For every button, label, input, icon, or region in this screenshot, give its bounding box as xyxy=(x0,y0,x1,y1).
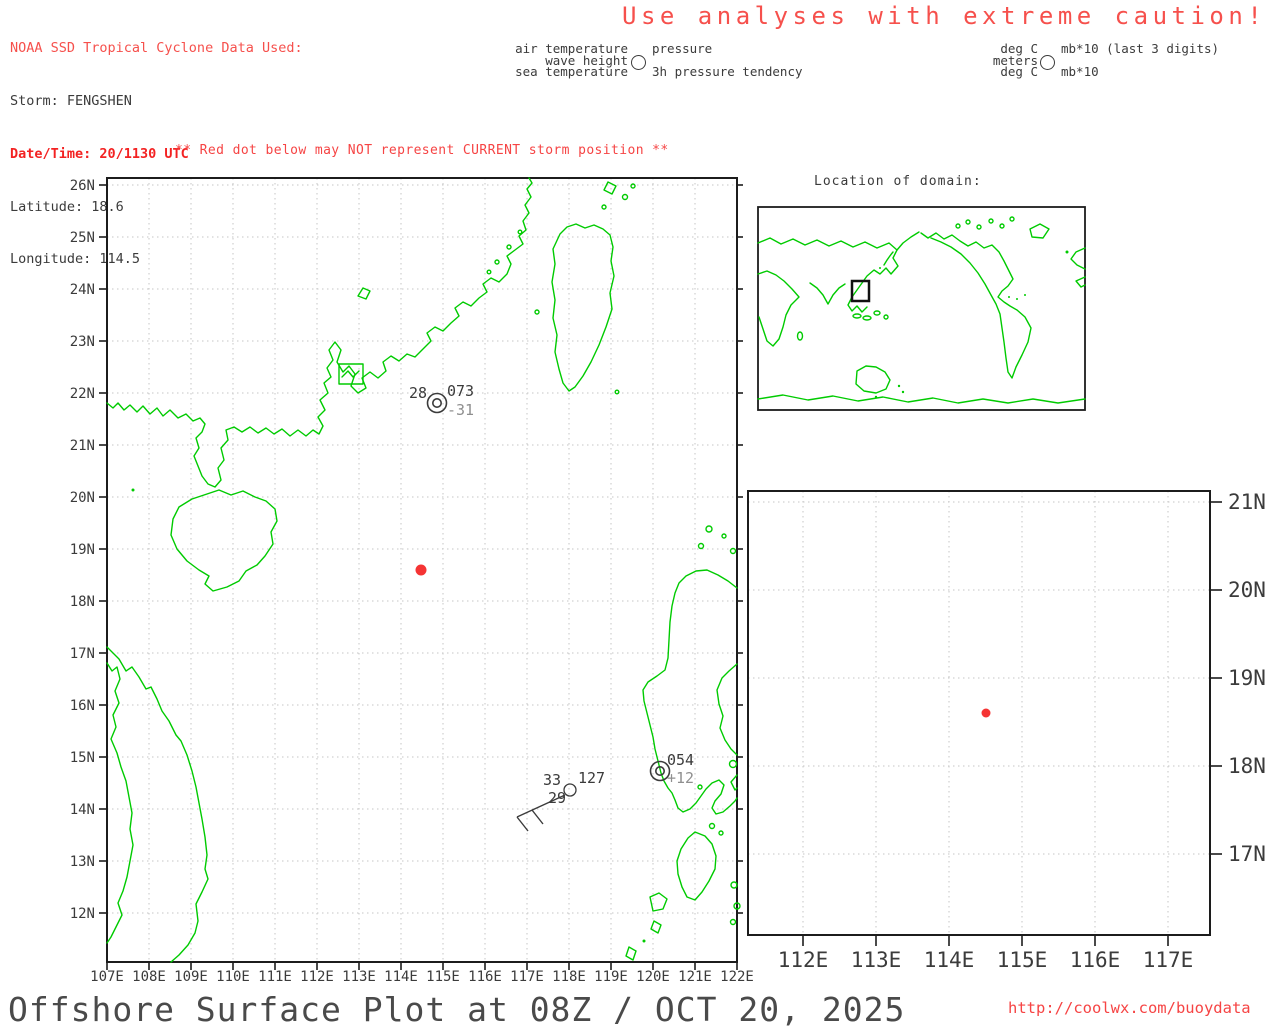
x-axis-label: 113E xyxy=(342,969,376,985)
station-tendency: -31 xyxy=(447,401,474,419)
hong-kong-islands xyxy=(342,371,359,377)
x-axis-label: 111E xyxy=(258,969,292,985)
station-symbol-inner xyxy=(433,399,441,407)
plot-title: Offshore Surface Plot at 08Z / OCT 20, 2… xyxy=(8,990,905,1029)
main-map: 107E 108E 109E 110E 111E 112E 113E 114E 115E 116E… xyxy=(70,178,754,985)
china-coastline xyxy=(107,178,532,487)
y-axis-label: 20N xyxy=(1228,578,1266,602)
small-islands xyxy=(132,182,741,960)
y-axis-label: 19N xyxy=(70,542,95,558)
storm-position-dot xyxy=(416,565,427,576)
station-air-temp: 33 xyxy=(543,771,561,789)
y-axis-label: 21N xyxy=(1228,490,1266,514)
y-axis-label: 25N xyxy=(70,230,95,246)
x-axis-label: 113E xyxy=(851,948,902,972)
station-observation: 33 127 29 xyxy=(517,769,605,831)
x-axis-label: 120E xyxy=(636,969,670,985)
y-axis-label: 26N xyxy=(70,178,95,194)
sub-map-border xyxy=(748,491,1210,935)
hainan-coastline xyxy=(171,490,277,591)
x-axis-label: 119E xyxy=(594,969,628,985)
x-axis-label: 110E xyxy=(216,969,250,985)
station-observation: 28 073 -31 xyxy=(409,382,474,419)
x-axis-label: 116E xyxy=(468,969,502,985)
station-air-temp: 28 xyxy=(409,384,427,402)
station-sea-temp: 29 xyxy=(548,789,566,807)
y-axis-label: 13N xyxy=(70,854,95,870)
y-axis-label: 20N xyxy=(70,490,95,506)
y-axis-label: 16N xyxy=(70,698,95,714)
x-axis-label: 112E xyxy=(778,948,829,972)
x-axis-label: 122E xyxy=(720,969,754,985)
y-axis-label: 21N xyxy=(70,438,95,454)
station-symbol-outer xyxy=(428,394,447,413)
luzon-east-coastline xyxy=(717,664,737,755)
x-axis-label: 109E xyxy=(174,969,208,985)
plot-canvas: 107E 108E 109E 110E 111E 112E 113E 114E 115E 116E… xyxy=(0,0,1280,1024)
x-axis-label: 117E xyxy=(1143,948,1194,972)
source-url: http://coolwx.com/buoydata xyxy=(1008,999,1251,1017)
x-axis-label: 116E xyxy=(1070,948,1121,972)
x-axis-label: 107E xyxy=(90,969,124,985)
storm-position-dot xyxy=(982,709,991,718)
y-axis-label: 22N xyxy=(70,386,95,402)
y-axis-label: 12N xyxy=(70,906,95,922)
x-axis-label: 108E xyxy=(132,969,166,985)
x-axis-label: 121E xyxy=(678,969,712,985)
world-coastlines xyxy=(758,217,1085,403)
station-pressure: 054 xyxy=(667,751,694,769)
x-axis-label: 115E xyxy=(426,969,460,985)
x-axis-label: 118E xyxy=(552,969,586,985)
x-axis-label: 114E xyxy=(384,969,418,985)
taiwan-coastline xyxy=(552,224,614,391)
vietnam-inner-line xyxy=(107,663,133,943)
x-axis-label: 115E xyxy=(997,948,1048,972)
station-pressure: 127 xyxy=(578,769,605,787)
y-axis-label: 17N xyxy=(1228,842,1266,866)
main-map-axes: 107E 108E 109E 110E 111E 112E 113E 114E 115E 116E… xyxy=(70,178,754,985)
y-axis-label: 17N xyxy=(70,646,95,662)
y-axis-label: 23N xyxy=(70,334,95,350)
x-axis-label: 114E xyxy=(924,948,975,972)
mindoro-coastline xyxy=(677,832,716,900)
domain-location-inset: Location of domain: xyxy=(758,174,1085,410)
y-axis-label: 14N xyxy=(70,802,95,818)
station-tendency: +12 xyxy=(667,769,694,787)
x-axis-label: 112E xyxy=(300,969,334,985)
y-axis-label: 19N xyxy=(1228,666,1266,690)
y-axis-label: 18N xyxy=(70,594,95,610)
y-axis-label: 18N xyxy=(1228,754,1266,778)
y-axis-label: 24N xyxy=(70,282,95,298)
zoom-sub-map: 112E 113E 114E 115E 116E 117E 21N 20N 19N 18N 17N xyxy=(748,490,1266,972)
y-axis-label: 15N xyxy=(70,750,95,766)
station-pressure: 073 xyxy=(447,382,474,400)
x-axis-label: 117E xyxy=(510,969,544,985)
sub-map-grid xyxy=(748,491,1210,935)
inset-title: Location of domain: xyxy=(814,174,982,189)
